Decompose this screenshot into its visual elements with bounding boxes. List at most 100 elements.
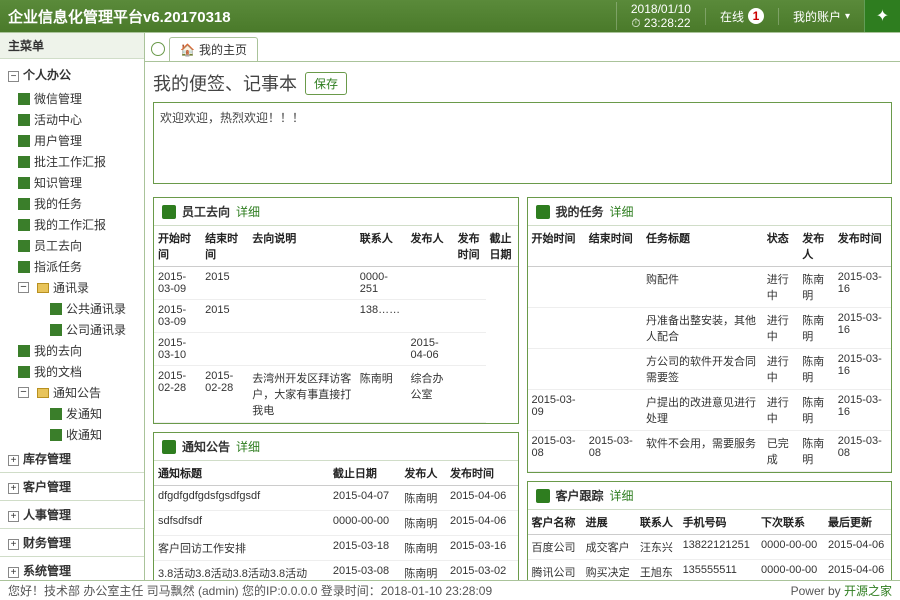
nav-item[interactable]: 我的工作汇报 bbox=[0, 214, 144, 235]
track-table: 客户名称进展联系人手机号码下次联系最后更新百度公司成交客户汪东兴13822121… bbox=[528, 510, 892, 580]
minus-icon: − bbox=[18, 387, 29, 398]
edit-icon bbox=[536, 205, 550, 219]
col-header: 开始时间 bbox=[154, 226, 201, 267]
table-row[interactable]: 2015-02-282015-02-28去湾州开发区拜访客户，大家有事直接打我电… bbox=[154, 366, 518, 423]
account-menu[interactable]: 我的账户 ▾ bbox=[778, 8, 864, 25]
nav-item[interactable]: 用户管理 bbox=[0, 130, 144, 151]
col-header: 开始时间 bbox=[528, 226, 585, 267]
memo-title: 我的便签、记事本 bbox=[153, 70, 297, 96]
col-header: 结束时间 bbox=[201, 226, 248, 267]
refresh-icon[interactable] bbox=[151, 42, 165, 56]
detail-link[interactable]: 详细 bbox=[236, 438, 260, 455]
col-header: 任务标题 bbox=[642, 226, 763, 267]
minus-icon: − bbox=[18, 282, 29, 293]
table-row[interactable]: 腾讯公司购买决定王旭东1355555110000-00-002015-04-06 bbox=[528, 560, 892, 581]
tree-toggle-button[interactable]: ✦ bbox=[864, 0, 900, 32]
section-closed[interactable]: +财务管理 bbox=[0, 528, 144, 556]
panel-notice: 通知公告 详细 通知标题截止日期发布人发布时间dfgdfgdfgdsfgsdfg… bbox=[153, 432, 519, 580]
table-row[interactable]: 百度公司成交客户汪东兴138221212510000-00-002015-04-… bbox=[528, 535, 892, 560]
phone-icon bbox=[536, 489, 550, 503]
file-icon bbox=[18, 345, 30, 357]
table-row[interactable]: 3.8活动3.8活动3.8活动3.8活动2015-03-08陈南明2015-03… bbox=[154, 561, 518, 581]
bullhorn-icon bbox=[162, 440, 176, 454]
memo-textarea[interactable] bbox=[153, 102, 892, 184]
file-icon bbox=[18, 114, 30, 126]
col-header: 通知标题 bbox=[154, 461, 329, 486]
file-icon bbox=[18, 240, 30, 252]
table-row[interactable]: 2015-03-092015138…… bbox=[154, 300, 518, 333]
col-header: 截止日期 bbox=[486, 226, 518, 267]
col-header: 去向说明 bbox=[248, 226, 355, 267]
section-closed[interactable]: +库存管理 bbox=[0, 445, 144, 472]
notice-table: 通知标题截止日期发布人发布时间dfgdfgdfgdsfgsdfgsdf2015-… bbox=[154, 461, 518, 580]
nav-recv-notice[interactable]: 收通知 bbox=[0, 424, 144, 445]
table-row[interactable]: 购配件进行中陈南明2015-03-16 bbox=[528, 267, 892, 308]
tree-icon: ✦ bbox=[876, 6, 889, 26]
col-header: 发布人 bbox=[406, 226, 453, 267]
nav-tree: −个人办公 微信管理活动中心用户管理批注工作汇报知识管理我的任务我的工作汇报员工… bbox=[0, 59, 144, 580]
col-header: 发布时间 bbox=[454, 226, 486, 267]
table-row[interactable]: dfgdfgdfgdsfgsdfgsdf2015-04-07陈南明2015-04… bbox=[154, 486, 518, 511]
expand-icon: + bbox=[8, 455, 19, 466]
col-header: 发布人 bbox=[400, 461, 446, 486]
nav-contacts-public[interactable]: 公共通讯录 bbox=[0, 298, 144, 319]
nav-item[interactable]: 员工去向 bbox=[0, 235, 144, 256]
file-icon bbox=[50, 324, 62, 336]
table-row[interactable]: 方公司的软件开发合同需要签进行中陈南明2015-03-16 bbox=[528, 349, 892, 390]
table-row[interactable]: 2015-03-102015-04-06 bbox=[154, 333, 518, 366]
date-text: 2018/01/10 bbox=[631, 2, 691, 16]
nav-notices[interactable]: −通知公告 bbox=[0, 382, 144, 403]
nav-item[interactable]: 批注工作汇报 bbox=[0, 151, 144, 172]
section-closed[interactable]: +系统管理 bbox=[0, 556, 144, 580]
file-icon bbox=[18, 177, 30, 189]
expand-icon: + bbox=[8, 483, 19, 494]
panel-tasks: 我的任务 详细 开始时间结束时间任务标题状态发布人发布时间购配件进行中陈南明20… bbox=[527, 197, 893, 473]
time-text: ⏱ 23:28:22 bbox=[631, 16, 691, 30]
section-closed[interactable]: +客户管理 bbox=[0, 472, 144, 500]
col-header: 发布时间 bbox=[446, 461, 518, 486]
nav-item[interactable]: 活动中心 bbox=[0, 109, 144, 130]
table-row[interactable]: 2015-03-0920150000-251 bbox=[154, 267, 518, 300]
footer: 您好！技术部 办公室主任 司马飘然 (admin) 您的IP:0.0.0.0 登… bbox=[0, 580, 900, 600]
nav-item[interactable]: 微信管理 bbox=[0, 88, 144, 109]
section-personal[interactable]: −个人办公 bbox=[0, 61, 144, 88]
tasks-table: 开始时间结束时间任务标题状态发布人发布时间购配件进行中陈南明2015-03-16… bbox=[528, 226, 892, 472]
sidebar: 主菜单 −个人办公 微信管理活动中心用户管理批注工作汇报知识管理我的任务我的工作… bbox=[0, 33, 145, 580]
table-row[interactable]: sdfsdfsdf0000-00-00陈南明2015-04-06 bbox=[154, 511, 518, 536]
folder-icon bbox=[37, 283, 49, 293]
detail-link[interactable]: 详细 bbox=[610, 203, 634, 220]
footer-text: 您好！技术部 办公室主任 司马飘然 (admin) 您的IP:0.0.0.0 登… bbox=[8, 582, 492, 599]
online-block[interactable]: 在线 1 bbox=[705, 8, 778, 25]
file-icon bbox=[50, 303, 62, 315]
detail-link[interactable]: 详细 bbox=[236, 203, 260, 220]
online-count-badge: 1 bbox=[748, 8, 764, 24]
expand-icon: + bbox=[8, 539, 19, 550]
col-header: 状态 bbox=[763, 226, 799, 267]
users-icon bbox=[162, 205, 176, 219]
tab-home[interactable]: 🏠 我的主页 bbox=[169, 37, 258, 61]
table-row[interactable]: 客户回访工作安排2015-03-18陈南明2015-03-16 bbox=[154, 536, 518, 561]
nav-contacts-company[interactable]: 公司通讯录 bbox=[0, 319, 144, 340]
nav-my-docs[interactable]: 我的文档 bbox=[0, 361, 144, 382]
detail-link[interactable]: 详细 bbox=[610, 487, 634, 504]
table-row[interactable]: 2015-03-09户提出的改进意见进行处理进行中陈南明2015-03-16 bbox=[528, 390, 892, 431]
section-closed[interactable]: +人事管理 bbox=[0, 500, 144, 528]
nav-send-notice[interactable]: 发通知 bbox=[0, 403, 144, 424]
nav-item[interactable]: 我的任务 bbox=[0, 193, 144, 214]
col-header: 客户名称 bbox=[528, 510, 582, 535]
nav-item[interactable]: 指派任务 bbox=[0, 256, 144, 277]
col-header: 进展 bbox=[582, 510, 636, 535]
table-row[interactable]: 丹准备出整安装，其他人配合进行中陈南明2015-03-16 bbox=[528, 308, 892, 349]
file-icon bbox=[18, 135, 30, 147]
brand-title: 企业信息化管理平台v6.20170318 bbox=[8, 6, 616, 27]
footer-link[interactable]: 开源之家 bbox=[844, 584, 892, 598]
content-area: 🏠 我的主页 我的便签、记事本 保存 员工去向 详细 开始时间结束时间去向说明联… bbox=[145, 33, 900, 580]
nav-item[interactable]: 知识管理 bbox=[0, 172, 144, 193]
col-header: 联系人 bbox=[636, 510, 679, 535]
col-header: 结束时间 bbox=[585, 226, 642, 267]
nav-contacts[interactable]: −通讯录 bbox=[0, 277, 144, 298]
nav-my-whereabouts[interactable]: 我的去向 bbox=[0, 340, 144, 361]
file-icon bbox=[18, 93, 30, 105]
save-button[interactable]: 保存 bbox=[305, 72, 347, 95]
table-row[interactable]: 2015-03-082015-03-08软件不会用，需要服务已完成陈南明2015… bbox=[528, 431, 892, 472]
